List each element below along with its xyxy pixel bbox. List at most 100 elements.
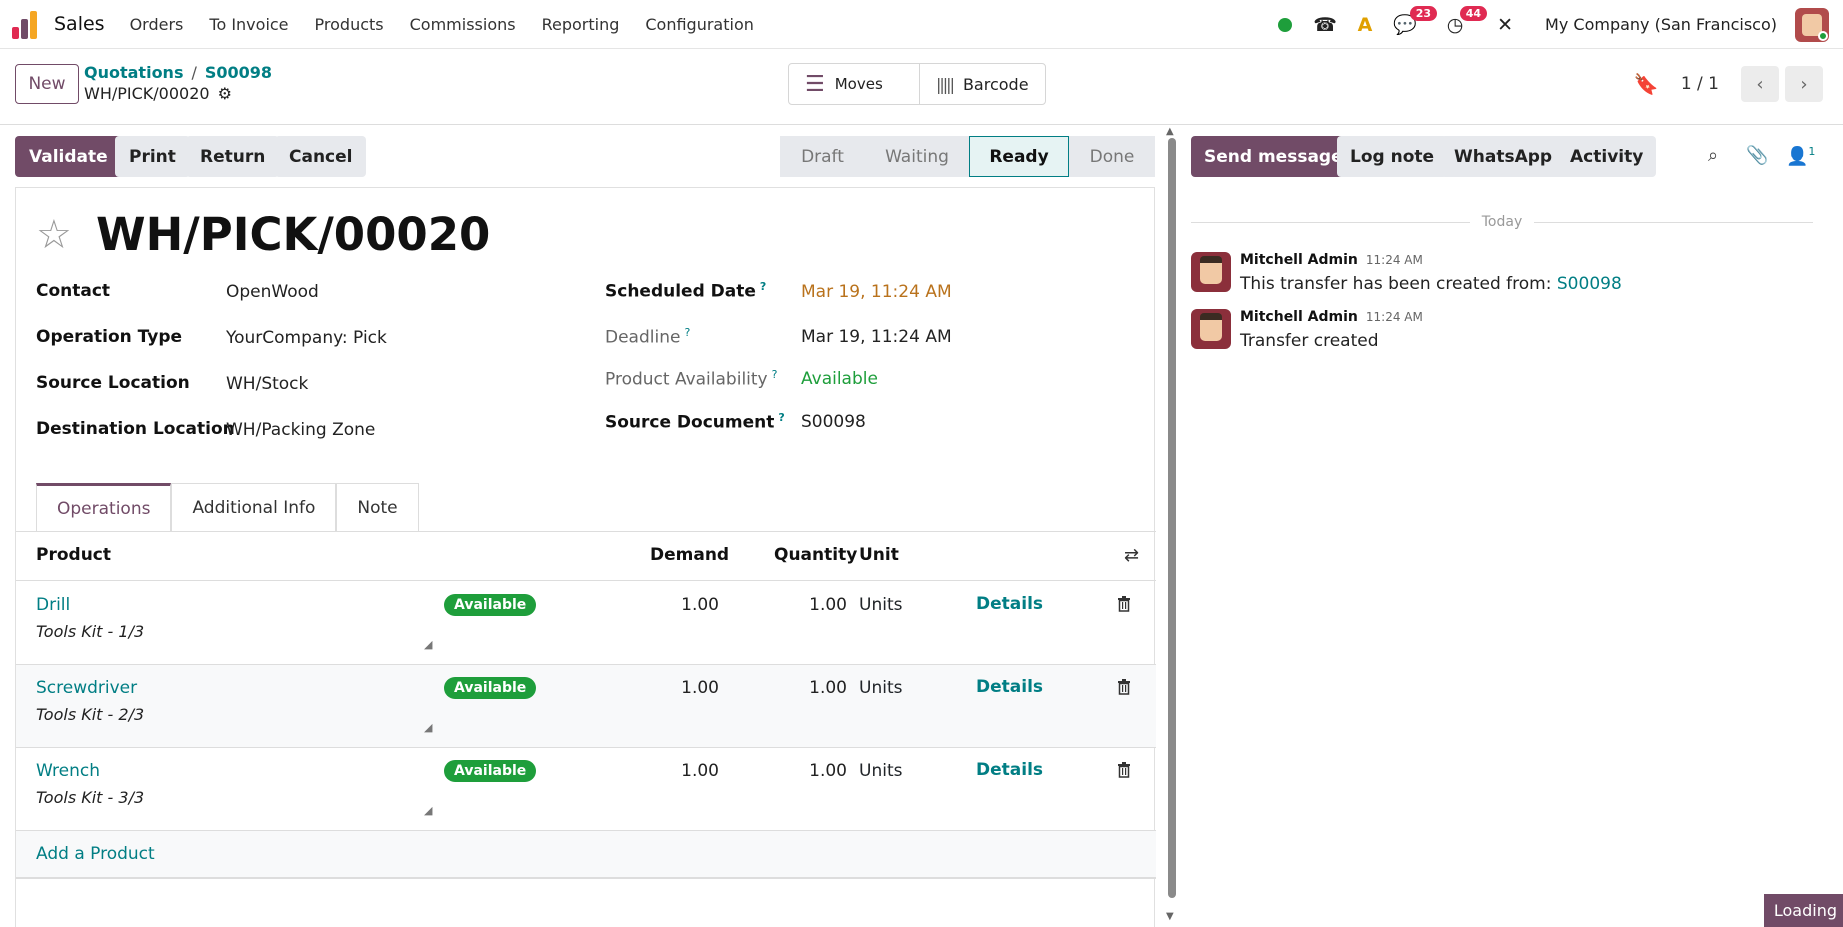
record-name: WH/PICK/00020 ⚙ — [84, 84, 232, 103]
resize-handle-icon[interactable]: ◢ — [424, 721, 432, 734]
quantity-value[interactable]: 1.00 — [767, 761, 847, 781]
breadcrumb-quotations[interactable]: Quotations — [84, 63, 183, 82]
scroll-up-arrow[interactable]: ▲ — [1166, 126, 1174, 137]
barcode-label: Barcode — [962, 74, 1029, 94]
message-link[interactable]: S00098 — [1557, 274, 1622, 294]
menu-reporting[interactable]: Reporting — [529, 15, 633, 34]
status-badge: Available — [444, 760, 537, 782]
menu-orders[interactable]: Orders — [117, 15, 197, 34]
quantity-value[interactable]: 1.00 — [767, 595, 847, 615]
tools-icon[interactable]: ✕ — [1489, 9, 1521, 41]
message-body: This transfer has been created from: S00… — [1240, 274, 1622, 294]
list-icon: ☰ — [805, 71, 825, 97]
phone-icon[interactable]: ☎ — [1309, 9, 1341, 41]
operation-type-label: Operation Type — [36, 327, 183, 347]
loading-indicator: Loading — [1763, 894, 1843, 927]
stage-ready[interactable]: Ready — [969, 136, 1069, 177]
validate-button[interactable]: Validate — [15, 136, 122, 177]
form-statusbar: Validate Print Return Cancel Draft Waiti… — [15, 136, 1155, 178]
avatar[interactable] — [1191, 252, 1231, 292]
followers-icon[interactable]: 👤1 — [1786, 145, 1815, 167]
contact-field[interactable]: OpenWood — [226, 282, 319, 302]
product-name[interactable]: Drill — [36, 595, 70, 615]
status-badge: Available — [444, 594, 537, 616]
destination-location-field[interactable]: WH/Packing Zone — [226, 420, 375, 440]
column-unit[interactable]: Unit — [859, 545, 899, 565]
activity-clock-icon[interactable]: ◷ 44 — [1439, 5, 1488, 41]
scheduled-date-field[interactable]: Mar 19, 11:24 AM — [801, 282, 952, 302]
bookmark-icon[interactable]: 🔖 — [1634, 72, 1659, 96]
pager-value[interactable]: 1 / 1 — [1681, 74, 1719, 94]
product-description[interactable]: Tools Kit - 2/3 — [36, 705, 144, 724]
details-button[interactable]: Details — [976, 677, 1043, 697]
product-name[interactable]: Wrench — [36, 761, 100, 781]
status-online-icon[interactable] — [1269, 9, 1301, 41]
star-icon[interactable]: ☆ — [36, 212, 72, 258]
print-button[interactable]: Print — [115, 136, 190, 177]
deadline-label: Deadline? — [605, 326, 691, 348]
chat-bubble-icon[interactable]: 💬 23 — [1389, 5, 1438, 41]
record-title: WH/PICK/00020 — [96, 208, 491, 261]
stage-draft[interactable]: Draft — [780, 136, 865, 177]
whatsapp-button[interactable]: WhatsApp — [1441, 136, 1566, 177]
log-note-button[interactable]: Log note — [1337, 136, 1448, 177]
tab-additional-info[interactable]: Additional Info — [171, 483, 337, 531]
moves-button[interactable]: ☰ Moves — [789, 64, 919, 104]
table-row[interactable]: Wrench Tools Kit - 3/3 ◢ Available 1.00 … — [16, 748, 1156, 831]
column-quantity[interactable]: Quantity — [774, 545, 857, 565]
new-button[interactable]: New — [15, 64, 79, 104]
operation-type-field[interactable]: YourCompany: Pick — [226, 328, 387, 348]
product-description[interactable]: Tools Kit - 3/3 — [36, 788, 144, 807]
column-product[interactable]: Product — [36, 545, 111, 565]
breadcrumb-order[interactable]: S00098 — [205, 63, 272, 82]
unit-value: Units — [859, 595, 903, 615]
details-button[interactable]: Details — [976, 594, 1043, 614]
scrollbar-thumb[interactable] — [1168, 138, 1176, 898]
unit-value: Units — [859, 761, 903, 781]
pager-next[interactable]: › — [1785, 66, 1823, 102]
pager-previous[interactable]: ‹ — [1741, 66, 1779, 102]
barcode-button[interactable]: ||||| Barcode — [919, 64, 1045, 104]
source-location-field[interactable]: WH/Stock — [226, 374, 308, 394]
gear-icon[interactable]: ⚙ — [218, 84, 232, 103]
trash-icon[interactable] — [1117, 679, 1131, 695]
return-button[interactable]: Return — [186, 136, 280, 177]
user-avatar[interactable] — [1795, 7, 1829, 42]
sales-app-icon[interactable] — [12, 9, 42, 39]
send-message-button[interactable]: Send message — [1191, 136, 1356, 177]
cancel-button[interactable]: Cancel — [275, 136, 367, 177]
table-row[interactable]: Drill Tools Kit - 1/3 ◢ Available 1.00 1… — [16, 582, 1156, 665]
app-name[interactable]: Sales — [54, 13, 105, 35]
details-button[interactable]: Details — [976, 760, 1043, 780]
tab-note[interactable]: Note — [336, 483, 419, 531]
resize-handle-icon[interactable]: ◢ — [424, 638, 432, 651]
stage-waiting[interactable]: Waiting — [865, 136, 969, 177]
trash-icon[interactable] — [1117, 596, 1131, 612]
menu-products[interactable]: Products — [302, 15, 397, 34]
company-switcher[interactable]: My Company (San Francisco) — [1545, 15, 1777, 34]
add-product-link[interactable]: Add a Product — [36, 844, 155, 864]
resize-handle-icon[interactable]: ◢ — [424, 804, 432, 817]
pager: 🔖 1 / 1 ‹ › — [1634, 66, 1823, 102]
stage-done[interactable]: Done — [1069, 136, 1155, 177]
paperclip-icon[interactable]: 📎 — [1746, 145, 1768, 166]
column-settings-icon[interactable]: ⇄ — [1124, 545, 1139, 566]
trash-icon[interactable] — [1117, 762, 1131, 778]
product-description[interactable]: Tools Kit - 1/3 — [36, 622, 144, 641]
tab-operations[interactable]: Operations — [36, 483, 172, 531]
table-row[interactable]: Screwdriver Tools Kit - 2/3 ◢ Available … — [16, 665, 1156, 748]
menu-to-invoice[interactable]: To Invoice — [196, 15, 301, 34]
ai-icon[interactable]: A — [1349, 9, 1381, 41]
search-icon[interactable]: ⌕ — [1708, 145, 1718, 166]
menu-configuration[interactable]: Configuration — [632, 15, 767, 34]
product-name[interactable]: Screwdriver — [36, 678, 137, 698]
deadline-field[interactable]: Mar 19, 11:24 AM — [801, 327, 952, 347]
source-document-field[interactable]: S00098 — [801, 412, 866, 432]
menu-commissions[interactable]: Commissions — [397, 15, 529, 34]
column-demand[interactable]: Demand — [650, 545, 729, 565]
form-sheet: ☆ WH/PICK/00020 Contact OpenWood Operati… — [15, 187, 1156, 927]
activity-button[interactable]: Activity — [1557, 136, 1657, 177]
quantity-value[interactable]: 1.00 — [767, 678, 847, 698]
avatar[interactable] — [1191, 309, 1231, 349]
scroll-down-arrow[interactable]: ▼ — [1166, 911, 1174, 922]
